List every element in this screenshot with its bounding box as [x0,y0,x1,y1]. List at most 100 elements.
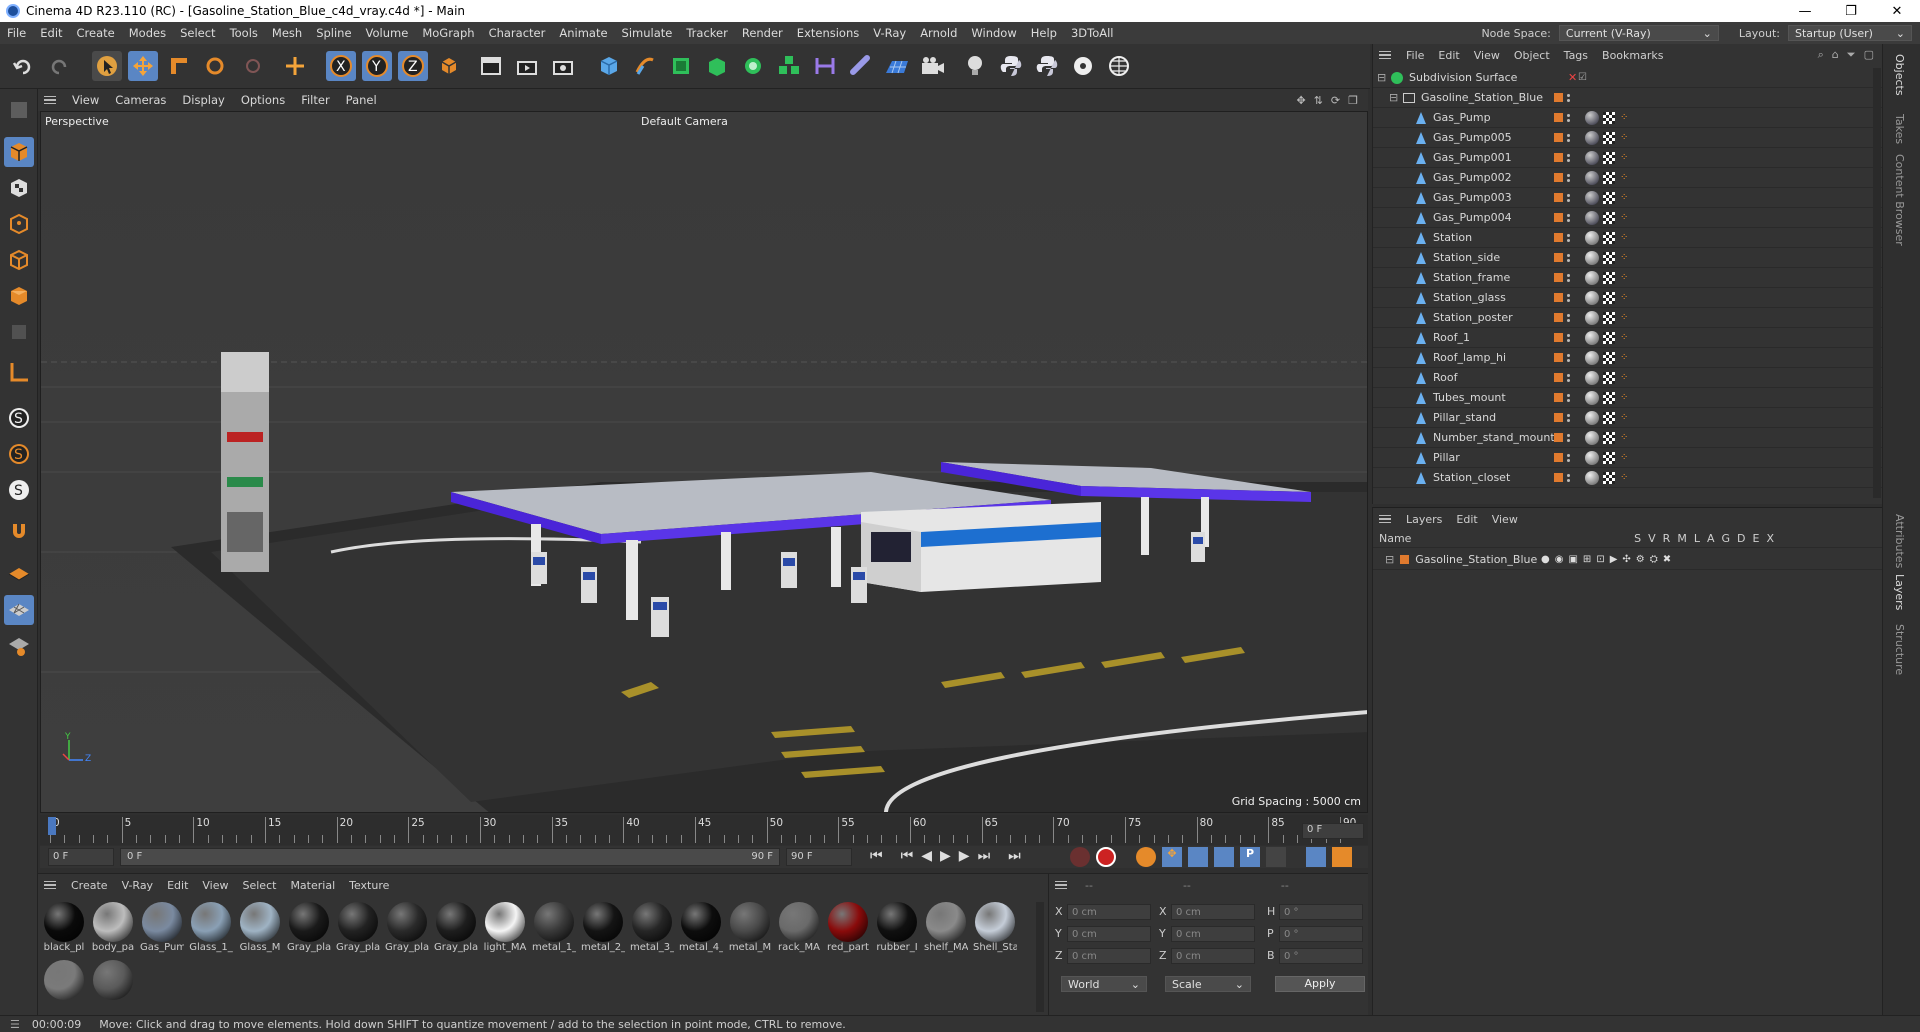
vray-tag-icon[interactable]: ⁘ [1620,452,1628,463]
material-swatch[interactable]: light_MA [483,902,527,953]
layer-color-swatch[interactable] [1554,173,1563,182]
soft-selection-button[interactable]: S [4,439,34,469]
rotate-tool-button[interactable] [200,51,230,81]
layer-menu-edit[interactable]: Edit [1449,513,1484,526]
menu-select[interactable]: Select [173,26,222,40]
eye-icon[interactable]: ◉ [1555,554,1564,565]
material-tag-icon[interactable] [1585,470,1599,485]
layer-color-swatch[interactable] [1554,433,1563,442]
axis-grid-button[interactable] [4,595,34,625]
make-editable-button[interactable] [4,95,34,125]
layer-color-swatch[interactable] [1554,373,1563,382]
menu-spline[interactable]: Spline [309,26,358,40]
material-swatch[interactable]: body_pa [91,902,135,953]
hamburger-icon[interactable] [1055,880,1067,890]
layer-column-header[interactable]: X [1766,532,1774,545]
deformer-icon[interactable]: ⚙ [1636,554,1645,565]
vray-tag-icon[interactable]: ⁘ [1620,412,1628,423]
layer-column-header[interactable]: V [1648,532,1656,545]
texture-tag-icon[interactable] [1603,351,1615,364]
undo-button[interactable] [8,51,38,81]
menu-3dtoall[interactable]: 3DToAll [1064,26,1121,40]
vray-tag-icon[interactable]: ⁘ [1620,352,1628,363]
texture-tag-icon[interactable] [1603,151,1615,164]
material-swatch[interactable]: Gray_pla [385,902,429,953]
material-tag-icon[interactable] [1585,430,1599,445]
texture-tag-icon[interactable] [1603,331,1615,344]
object-tree-row[interactable]: Station_frame ⁘ [1373,268,1883,288]
material-swatch[interactable]: rubber_I [875,902,919,953]
tree-row-group[interactable]: ⊟ Gasoline_Station_Blue [1373,88,1883,108]
material-tag-icon[interactable] [1585,390,1599,405]
layer-color-swatch[interactable] [1554,293,1563,302]
material-swatch[interactable]: metal_4_ [679,902,723,953]
texture-tag-icon[interactable] [1603,311,1615,324]
mograph-button[interactable] [774,51,804,81]
solo-button[interactable]: S [4,475,34,505]
menu-file[interactable]: File [0,26,33,40]
perspective-viewport[interactable]: Perspective Default Camera Grid Spacing … [40,111,1368,813]
material-tag-icon[interactable] [1585,230,1599,245]
visibility-dots-icon[interactable] [1567,113,1570,122]
object-tree-row[interactable]: Gas_Pump005 ⁘ [1373,128,1883,148]
vray-tag-icon[interactable]: ⁘ [1620,192,1628,203]
tab-attributes[interactable]: Attributes [1893,514,1906,568]
settings-button[interactable] [1068,51,1098,81]
visibility-dots-icon[interactable] [1567,293,1570,302]
search-icon[interactable]: ⌕ [1818,48,1824,62]
close-button[interactable]: ✕ [1874,4,1920,19]
playhead-handle[interactable] [48,817,56,835]
viewport-menu-filter[interactable]: Filter [293,93,337,107]
texture-tag-icon[interactable] [1603,231,1615,244]
material-swatch[interactable]: Glass_M [238,902,282,953]
texture-tag-icon[interactable] [1603,131,1615,144]
material-tag-icon[interactable] [1585,210,1599,225]
viewport-menu-panel[interactable]: Panel [338,93,385,107]
manager-icon[interactable]: ⊞ [1583,554,1591,565]
object-tree-row[interactable]: Station_glass ⁘ [1373,288,1883,308]
tab-content-browser[interactable]: Content Browser [1893,154,1906,246]
material-swatch[interactable]: Gray_pla [287,902,331,953]
collapse-icon[interactable]: ⊟ [1377,71,1391,84]
polygons-mode-button[interactable] [4,281,34,311]
layer-color-swatch[interactable] [1400,555,1410,564]
menu-vray[interactable]: V-Ray [866,26,913,40]
material-tag-icon[interactable] [1585,110,1599,125]
texture-tag-icon[interactable] [1603,471,1615,484]
layer-color-swatch[interactable] [1554,93,1563,102]
material-menu-material[interactable]: Material [283,879,342,892]
grid-lock-button[interactable] [4,631,34,661]
texture-tag-icon[interactable] [1603,111,1615,124]
solo-dot-icon[interactable]: ● [1541,554,1550,565]
layer-menu-view[interactable]: View [1485,513,1525,526]
visibility-dots-icon[interactable] [1567,253,1570,262]
layer-column-header[interactable]: L [1694,532,1700,545]
object-tree-row[interactable]: Station_closet ⁘ [1373,468,1883,488]
maximize-button[interactable]: ❐ [1828,4,1874,19]
texture-tag-icon[interactable] [1603,211,1615,224]
object-tree-row[interactable]: Number_stand_mount ⁘ [1373,428,1883,448]
object-tree-row[interactable]: Gas_Pump001 ⁘ [1373,148,1883,168]
visibility-dots-icon[interactable] [1567,233,1570,242]
texture-tag-icon[interactable] [1603,371,1615,384]
menu-mesh[interactable]: Mesh [265,26,309,40]
record-disabled-icon[interactable] [1070,847,1090,867]
layer-column-header[interactable]: A [1707,532,1715,545]
material-swatch[interactable]: Shell_Sta [973,902,1017,953]
menu-animate[interactable]: Animate [552,26,614,40]
viewport-menu-view[interactable]: View [64,93,107,107]
scale-key-icon[interactable] [1188,847,1208,867]
texture-tag-icon[interactable] [1603,411,1615,424]
position-key-icon[interactable]: ✥ [1162,847,1182,867]
vray-tag-icon[interactable]: ⁘ [1620,112,1628,123]
coord-size-field[interactable]: 0 cm [1171,904,1255,920]
menu-edit[interactable]: Edit [33,26,69,40]
filter-icon[interactable]: ⏷ [1847,48,1856,62]
material-swatch[interactable]: metal_1_ [532,902,576,953]
next-key-icon[interactable]: ⏭ [978,848,991,864]
texture-tag-icon[interactable] [1603,271,1615,284]
material-tag-icon[interactable] [1585,350,1599,365]
vray-globe-button[interactable] [1104,51,1134,81]
collapse-icon[interactable]: ⊟ [1389,91,1403,104]
visibility-dots-icon[interactable] [1567,133,1570,142]
